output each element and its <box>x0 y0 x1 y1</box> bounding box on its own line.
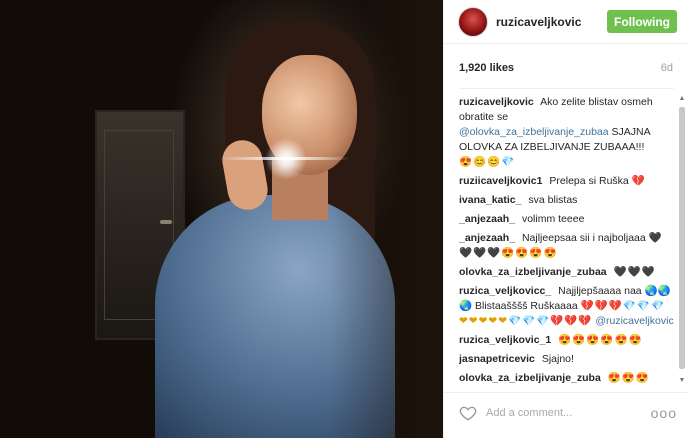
comment-emoji: 🖤🖤🖤 <box>613 266 656 278</box>
comment-text: sva blistas <box>528 194 578 206</box>
scroll-up-arrow-icon[interactable]: ▲ <box>678 95 686 103</box>
comment-item: ruzica_veljkovicc_ Najjljepšaaaa naa 🌏🌏🌏… <box>459 284 674 329</box>
photo-door-handle <box>160 220 172 224</box>
post-age[interactable]: 6d <box>661 62 673 74</box>
comment-item: _anjezaah_ volimm teeee <box>459 212 674 227</box>
comment-item: ruziicaveljkovic1 Prelepa si Ruška 💔 <box>459 174 674 189</box>
photo-shadow <box>330 0 443 438</box>
comment-item: ruzica_veljkovic_1 😍😍😍😍😍😍 <box>459 333 674 348</box>
scroll-down-arrow-icon[interactable]: ▼ <box>678 377 686 385</box>
comment-author[interactable]: olovka_za_izbeljivanje_zuba <box>459 372 601 384</box>
comment-emoji: 😍😍😍 <box>607 372 650 384</box>
comment-text: volimm teeee <box>521 213 585 225</box>
likes-count[interactable]: 1,920 likes <box>459 62 514 74</box>
add-comment-input[interactable] <box>486 406 651 419</box>
comment-item: olovka_za_izbeljivanje_zuba 😍😍😍 <box>459 371 674 385</box>
heart-outline-icon[interactable] <box>459 404 477 422</box>
following-button[interactable]: Following <box>607 10 677 33</box>
comment-item: _anjezaah_ Najljeepsaa sii i najboljaaa … <box>459 231 674 261</box>
comment-text: Najljeepsaa sii i najboljaaa <box>521 232 646 244</box>
comment-mention[interactable]: @olovka_za_izbeljivanje_zubaa <box>459 126 609 138</box>
post-header: ruzicaveljkovic Following <box>444 0 688 44</box>
comment-author[interactable]: _anjezaah_ <box>459 232 515 244</box>
comment-emoji: 😍😊😊💎 <box>459 156 516 168</box>
comment-author[interactable]: ivana_katic_ <box>459 194 521 206</box>
comment-item: ruzicaveljkovic Ako zelite blistav osmeh… <box>459 95 674 170</box>
comment-footer: ooo <box>444 392 688 432</box>
comment-emoji: 😍😍😍😍😍😍 <box>558 334 643 346</box>
comment-author[interactable]: ruziicaveljkovic1 <box>459 175 542 187</box>
comment-text: Sjajno! <box>541 353 574 365</box>
comment-list[interactable]: ruzicaveljkovic Ako zelite blistav osmeh… <box>459 95 674 385</box>
comment-author[interactable]: ruzica_veljkovic_1 <box>459 334 551 346</box>
photo-flare <box>265 138 307 180</box>
post-sidebar: ruzicaveljkovic Following 1,920 likes 6d… <box>443 0 688 438</box>
comment-scrollbar[interactable]: ▲ ▼ <box>678 95 686 385</box>
comment-emoji: 💔 <box>631 175 646 187</box>
comment-mention[interactable]: @ruzicaveljkovic <box>595 315 673 327</box>
instagram-post: ruzicaveljkovic Following 1,920 likes 6d… <box>0 0 688 438</box>
author-username[interactable]: ruzicaveljkovic <box>496 15 607 29</box>
scroll-thumb[interactable] <box>679 107 685 369</box>
more-options-icon[interactable]: ooo <box>651 405 677 421</box>
divider <box>459 88 674 89</box>
post-meta: 1,920 likes 6d <box>444 62 688 74</box>
avatar[interactable] <box>458 6 488 37</box>
post-photo[interactable] <box>0 0 443 438</box>
comment-text: Prelepa si Ruška <box>549 175 629 187</box>
comment-author[interactable]: jasnapetricevic <box>459 353 535 365</box>
comment-item: ivana_katic_ sva blistas <box>459 193 674 208</box>
comment-author[interactable]: olovka_za_izbeljivanje_zubaa <box>459 266 607 278</box>
comment-author[interactable]: ruzicaveljkovic <box>459 96 534 108</box>
comment-item: olovka_za_izbeljivanje_zubaa 🖤🖤🖤 <box>459 265 674 280</box>
comment-author[interactable]: ruzica_veljkovicc_ <box>459 285 551 297</box>
comment-author[interactable]: _anjezaah_ <box>459 213 515 225</box>
comment-item: jasnapetricevic Sjajno! <box>459 352 674 367</box>
